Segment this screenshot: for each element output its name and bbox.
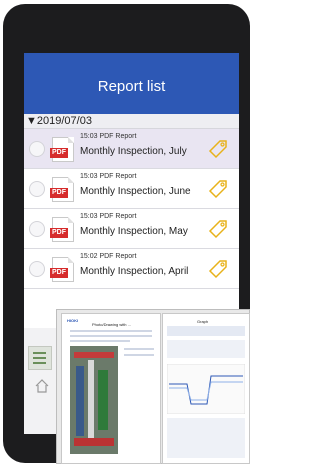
tag-icon[interactable] (207, 258, 229, 280)
select-radio[interactable] (29, 141, 45, 157)
select-radio[interactable] (29, 221, 45, 237)
report-meta: 15:03 PDF Report (80, 213, 137, 220)
report-title: Monthly Inspection, July (80, 146, 187, 157)
brand-logo: HIOKI (67, 318, 79, 323)
status-bar (24, 53, 239, 67)
report-meta: 15:03 PDF Report (80, 173, 137, 180)
date-group-header[interactable]: ▼2019/07/03 (24, 114, 239, 129)
select-radio[interactable] (29, 261, 45, 277)
report-preview: HIOKI Photo/Drawing with ... Graph (56, 309, 250, 464)
menu-icon[interactable] (28, 346, 52, 370)
pdf-icon: PDF (50, 217, 74, 242)
photo-report-page: HIOKI Photo/Drawing with ... (61, 313, 161, 464)
page-title: Report list (97, 78, 166, 95)
panel-photo (70, 346, 118, 454)
pdf-icon: PDF (50, 137, 74, 162)
graph-report-page: Graph (162, 313, 250, 464)
doc2-title: Graph (197, 319, 209, 324)
report-title: Monthly Inspection, June (80, 186, 191, 197)
pdf-icon: PDF (50, 177, 74, 202)
report-row[interactable]: PDF 15:02 PDF Report Monthly Inspection,… (24, 249, 239, 289)
report-row[interactable]: PDF 15:03 PDF Report Monthly Inspection,… (24, 129, 239, 169)
header-bar: Report list (24, 67, 239, 114)
pdf-icon: PDF (50, 257, 74, 282)
report-meta: 15:03 PDF Report (80, 133, 137, 140)
report-meta: 15:02 PDF Report (80, 253, 137, 260)
report-list: PDF 15:03 PDF Report Monthly Inspection,… (24, 129, 239, 289)
tag-icon[interactable] (207, 218, 229, 240)
home-icon[interactable] (34, 378, 50, 394)
doc-title: Photo/Drawing with ... (92, 322, 131, 327)
graph-chart (167, 364, 245, 414)
tag-icon[interactable] (207, 138, 229, 160)
report-title: Monthly Inspection, April (80, 266, 189, 277)
report-row[interactable]: PDF 15:03 PDF Report Monthly Inspection,… (24, 169, 239, 209)
tag-icon[interactable] (207, 178, 229, 200)
report-title: Monthly Inspection, May (80, 226, 188, 237)
report-row[interactable]: PDF 15:03 PDF Report Monthly Inspection,… (24, 209, 239, 249)
select-radio[interactable] (29, 181, 45, 197)
